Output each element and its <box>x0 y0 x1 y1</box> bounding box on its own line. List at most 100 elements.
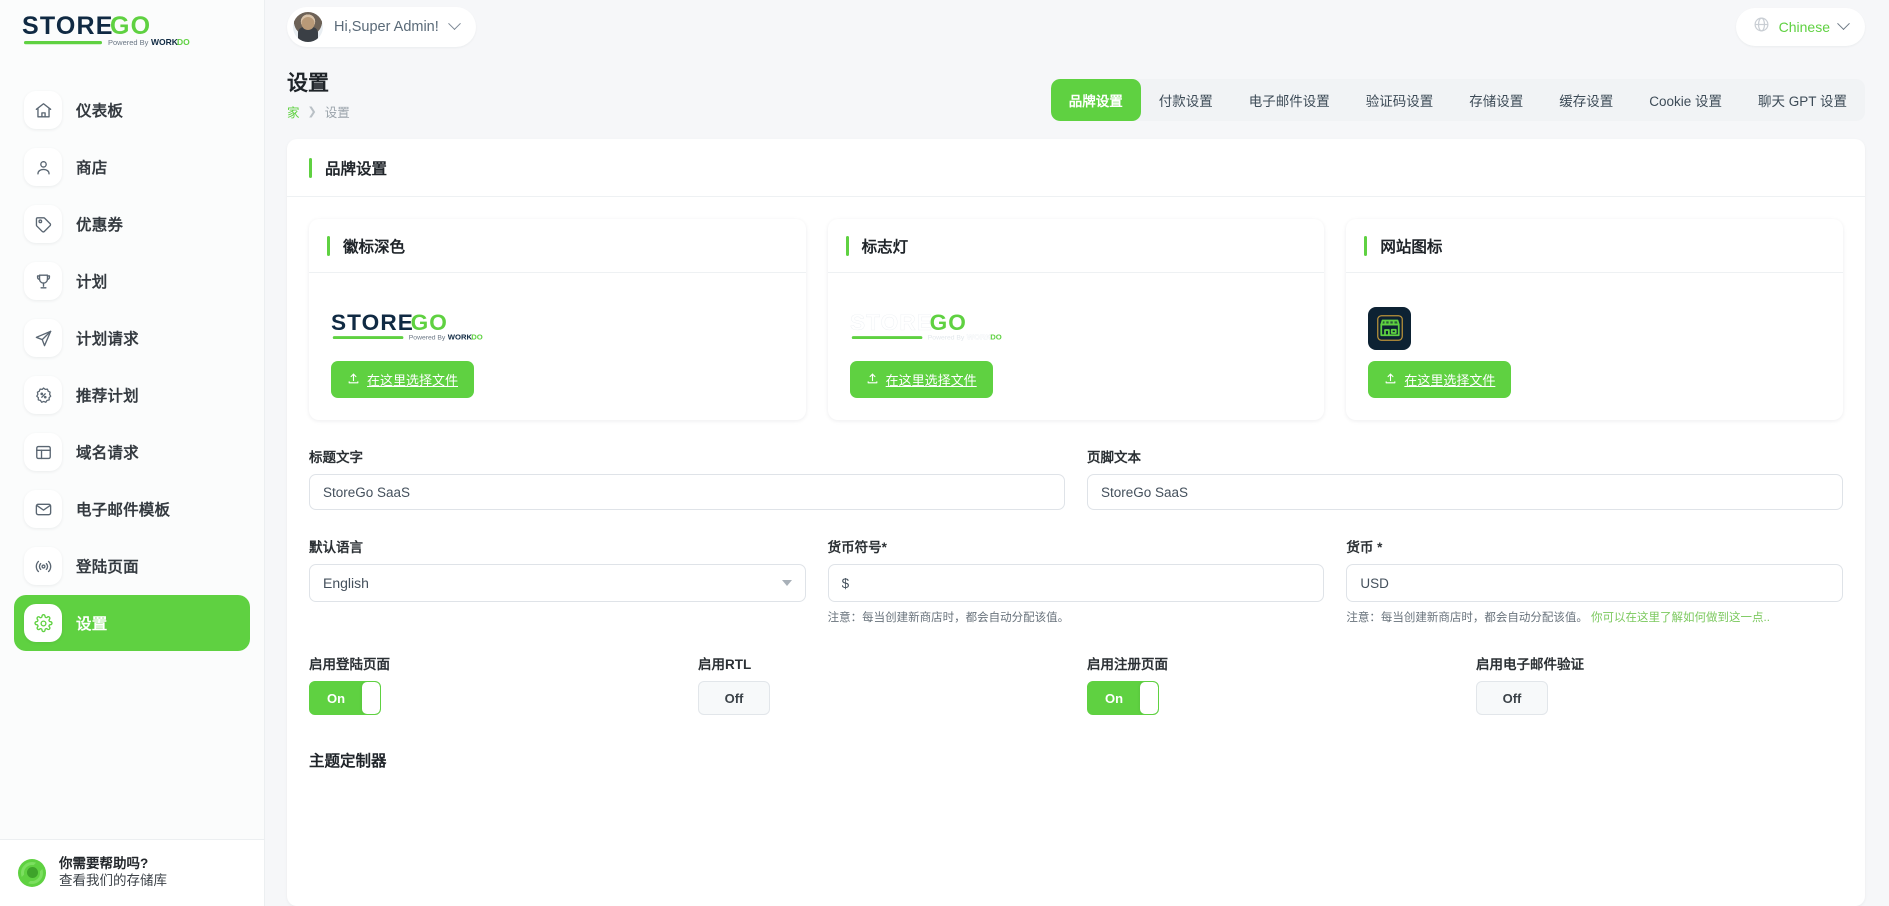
sidebar-item-settings[interactable]: 设置 <box>14 595 250 651</box>
upload-logo-dark-button[interactable]: 在这里选择文件 <box>331 361 475 399</box>
user-icon <box>24 148 62 186</box>
card-header: 标志灯 <box>827 219 1325 274</box>
page-title: 设置 <box>287 72 329 95</box>
email-verification-toggle[interactable]: Off <box>1476 681 1548 716</box>
default-language-select[interactable]: English <box>309 564 806 603</box>
tab-brand-settings[interactable]: 品牌设置 <box>1050 79 1141 121</box>
breadcrumb-separator: ❯ <box>307 106 317 119</box>
svg-text:Powered By: Powered By <box>108 38 149 47</box>
svg-text:STORE: STORE <box>22 12 114 40</box>
sidebar-item-domain-requests[interactable]: 域名请求 <box>14 424 250 480</box>
theme-customizer-title: 主题定制器 <box>309 753 387 771</box>
upload-icon <box>866 372 879 388</box>
footer-text-label: 页脚文本 <box>1087 450 1141 466</box>
sidebar-item-email-templates[interactable]: 电子邮件模板 <box>14 481 250 537</box>
currency-label: 货币 * <box>1346 540 1383 556</box>
currency-hint-link[interactable]: 你可以在这里了解如何做到这一点.. <box>1591 612 1770 624</box>
main-area: Hi,Super Admin! Chinese 设置 家 ❯ 设置 品牌设置 付… <box>265 0 1889 906</box>
tab-payment-settings[interactable]: 付款设置 <box>1141 79 1231 121</box>
chevron-down-icon <box>781 580 792 587</box>
card-body: STORE GO Powered By WORK DO 在这里选择文件 <box>309 273 806 420</box>
sidebar-item-landing-page[interactable]: 登陆页面 <box>14 538 250 594</box>
language-selector[interactable]: Chinese <box>1735 7 1865 46</box>
help-subtitle: 查看我们的存储库 <box>59 873 167 889</box>
upload-label: 在这里选择文件 <box>885 373 977 389</box>
sidebar-item-coupons[interactable]: 优惠券 <box>14 196 250 252</box>
favicon-preview <box>1368 295 1823 361</box>
upload-icon <box>347 372 360 388</box>
user-greeting: Hi,Super Admin! <box>334 18 439 35</box>
toggle-state: On <box>326 690 346 706</box>
user-menu-button[interactable]: Hi,Super Admin! <box>287 6 476 47</box>
title-text-input[interactable] <box>309 474 1065 511</box>
sidebar-item-label: 域名请求 <box>76 445 139 462</box>
sidebar-item-label: 电子邮件模板 <box>76 502 171 519</box>
card-body: STORE GO Powered By WORK DO 在这里选择文件 <box>828 273 1325 420</box>
rtl-toggle-label: 启用RTL <box>698 657 752 673</box>
sidebar: STORE GO Powered By WORK DO 仪表板 商店 优惠券 计… <box>0 0 265 906</box>
currency-symbol-input[interactable] <box>827 564 1325 603</box>
sidebar-item-stores[interactable]: 商店 <box>14 139 250 195</box>
settings-tabs: 品牌设置 付款设置 电子邮件设置 验证码设置 存储设置 缓存设置 Cookie … <box>1050 79 1865 121</box>
page-header: 设置 家 ❯ 设置 品牌设置 付款设置 电子邮件设置 验证码设置 存储设置 缓存… <box>265 53 1889 131</box>
svg-text:STORE: STORE <box>331 310 414 335</box>
svg-text:WORK: WORK <box>151 37 179 47</box>
tag-icon <box>24 205 62 243</box>
text-fields-row: 标题文字 页脚文本 <box>309 446 1843 511</box>
sidebar-item-label: 优惠券 <box>76 217 124 234</box>
upload-icon <box>1384 372 1397 388</box>
signup-page-toggle-label: 启用注册页面 <box>1087 657 1168 673</box>
svg-text:Powered By: Powered By <box>927 335 964 342</box>
app-logo[interactable]: STORE GO Powered By WORK DO <box>0 0 264 64</box>
sidebar-item-plan-requests[interactable]: 计划请求 <box>14 310 250 366</box>
panel-body: 徽标深色 STORE GO Powered By WORK DO 在这里选择文件… <box>287 197 1865 823</box>
tab-captcha-settings[interactable]: 验证码设置 <box>1348 79 1452 121</box>
sidebar-item-referral-program[interactable]: 推荐计划 <box>14 367 250 423</box>
upload-label: 在这里选择文件 <box>367 373 459 389</box>
currency-hint: 注意：每当创建新商店时，都会自动分配该值。 你可以在这里了解如何做到这一点.. <box>1346 609 1843 625</box>
footer-text-input[interactable] <box>1087 474 1843 511</box>
upload-label: 在这里选择文件 <box>1404 373 1496 389</box>
tab-storage-settings[interactable]: 存储设置 <box>1451 79 1541 121</box>
signup-page-toggle-group: 启用注册页面 On <box>1087 653 1454 716</box>
home-icon <box>24 91 62 129</box>
upload-favicon-button[interactable]: 在这里选择文件 <box>1368 361 1512 399</box>
sidebar-item-label: 仪表板 <box>76 103 124 120</box>
toggle-state: On <box>1104 690 1124 706</box>
signup-page-toggle[interactable]: On <box>1087 681 1159 716</box>
sidebar-item-label: 计划 <box>76 274 108 291</box>
tab-email-settings[interactable]: 电子邮件设置 <box>1231 79 1348 121</box>
sidebar-item-plans[interactable]: 计划 <box>14 253 250 309</box>
currency-symbol-hint: 注意：每当创建新商店时，都会自动分配该值。 <box>827 612 1070 625</box>
topbar: Hi,Super Admin! Chinese <box>265 0 1889 53</box>
tab-cache-settings[interactable]: 缓存设置 <box>1541 79 1631 121</box>
toggle-state: Off <box>1502 690 1522 706</box>
title-text-field-group: 标题文字 <box>309 446 1065 511</box>
currency-symbol-label: 货币符号* <box>827 540 887 556</box>
help-box[interactable]: 你需要帮助吗? 查看我们的存储库 <box>0 838 264 906</box>
storego-logo-icon: STORE GO Powered By WORK DO <box>22 12 190 47</box>
logo-dark-card: 徽标深色 STORE GO Powered By WORK DO 在这里选择文件 <box>309 219 806 421</box>
sidebar-item-label: 计划请求 <box>76 331 139 348</box>
upload-logo-light-button[interactable]: 在这里选择文件 <box>849 361 993 399</box>
landing-page-toggle-label: 启用登陆页面 <box>309 657 390 673</box>
brand-settings-panel: 品牌设置 徽标深色 STORE GO Powered By WORK DO 在这… <box>287 139 1865 906</box>
logo-dark-preview: STORE GO Powered By WORK DO <box>331 295 786 361</box>
svg-text:DO: DO <box>990 333 1002 342</box>
rtl-toggle[interactable]: Off <box>698 681 770 716</box>
default-language-value: English <box>323 575 369 592</box>
breadcrumb-home[interactable]: 家 <box>287 102 300 121</box>
currency-hint-text: 注意：每当创建新商店时，都会自动分配该值。 <box>1346 612 1588 625</box>
landing-page-toggle[interactable]: On <box>309 681 381 716</box>
currency-group: 货币 * 注意：每当创建新商店时，都会自动分配该值。 你可以在这里了解如何做到这… <box>1346 536 1844 625</box>
theme-customizer-body <box>309 771 1843 801</box>
app-root: STORE GO Powered By WORK DO 仪表板 商店 优惠券 计… <box>0 0 1889 906</box>
globe-icon <box>1753 16 1770 38</box>
svg-text:GO: GO <box>110 12 151 40</box>
tab-chatgpt-settings[interactable]: 聊天 GPT 设置 <box>1740 79 1865 121</box>
sidebar-item-dashboard[interactable]: 仪表板 <box>14 82 250 138</box>
help-title: 你需要帮助吗? <box>59 855 149 871</box>
favicon-card: 网站图标 在这里选择文件 <box>1346 219 1844 421</box>
currency-input[interactable] <box>1346 564 1844 603</box>
tab-cookie-settings[interactable]: Cookie 设置 <box>1631 79 1740 121</box>
